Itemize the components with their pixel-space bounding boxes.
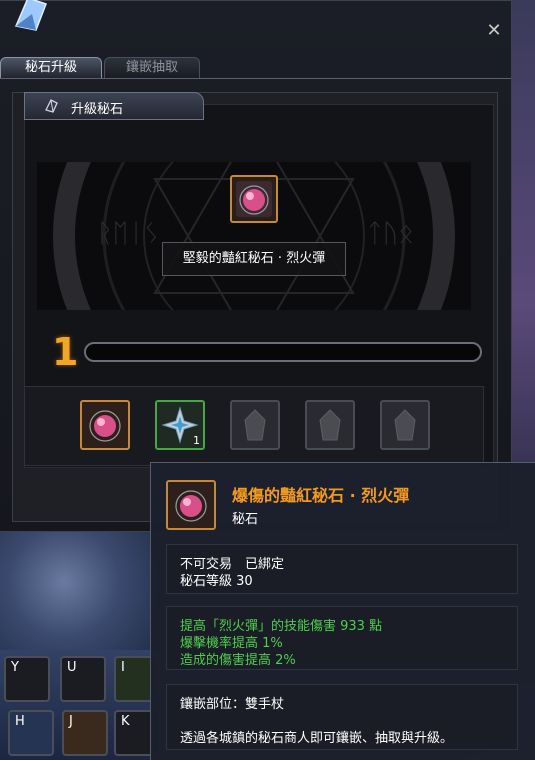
tooltip-socket-part: 鑲嵌部位：雙手杖 bbox=[180, 697, 285, 712]
red-gem-icon bbox=[89, 410, 121, 442]
material-slot-4[interactable] bbox=[305, 400, 355, 450]
tooltip-effect: 造成的傷害提高 2% bbox=[180, 653, 296, 668]
hotkey-slot-h[interactable]: H bbox=[8, 710, 54, 756]
section-title: 升級秘石 bbox=[71, 102, 124, 117]
background-scenery-bottom bbox=[0, 530, 160, 660]
tab-gem-upgrade[interactable]: 秘石升級 bbox=[0, 57, 102, 79]
hotkey-slot-j[interactable]: J bbox=[62, 710, 108, 756]
material-slot-2[interactable]: 1 bbox=[155, 400, 205, 450]
tooltip-title: 爆傷的豔紅秘石 · 烈火彈 bbox=[232, 486, 410, 505]
red-gem-icon bbox=[175, 490, 207, 522]
empty-slot-icon bbox=[244, 409, 266, 441]
tab-socket-extract[interactable]: 鑲嵌抽取 bbox=[104, 57, 200, 79]
tooltip-note: 透過各城鎮的秘石商人即可鑲嵌、抽取與升級。 bbox=[180, 731, 454, 746]
red-gem-icon bbox=[236, 181, 272, 217]
svg-text:ᛏᚢᛟ: ᛏᚢᛟ bbox=[367, 219, 414, 249]
hotkey-label: I bbox=[121, 660, 125, 675]
material-slot-3[interactable] bbox=[230, 400, 280, 450]
crystal-logo-icon bbox=[14, 0, 47, 31]
empty-slot-icon bbox=[394, 409, 416, 441]
hotkey-label: J bbox=[69, 714, 73, 729]
hotkey-label: K bbox=[121, 714, 130, 729]
target-gem-slot[interactable] bbox=[230, 175, 278, 223]
hotkey-label: H bbox=[15, 714, 25, 729]
close-button[interactable]: ✕ bbox=[484, 21, 504, 41]
tooltip-gem-level: 秘石等級 30 bbox=[180, 574, 253, 589]
slot-count: 1 bbox=[193, 434, 200, 447]
hotkey-slot-u[interactable]: U bbox=[60, 656, 106, 702]
svg-text:ᚱᛖᛁᛊ: ᚱᛖᛁᛊ bbox=[97, 219, 159, 249]
target-gem-name: 堅毅的豔紅秘石 · 烈火彈 bbox=[162, 242, 346, 276]
tab-divider bbox=[0, 78, 511, 79]
upgrade-level: 1 bbox=[52, 330, 79, 374]
hotkey-label: U bbox=[67, 660, 77, 675]
tooltip-gem-slot bbox=[166, 480, 216, 530]
section-header: 升級秘石 bbox=[24, 92, 204, 120]
gem-outline-icon bbox=[45, 99, 58, 113]
material-slot-5[interactable] bbox=[380, 400, 430, 450]
hotkey-label: Y bbox=[11, 660, 19, 675]
empty-slot-icon bbox=[319, 409, 341, 441]
upgrade-progress-bar bbox=[84, 342, 482, 362]
material-slot-1[interactable] bbox=[80, 400, 130, 450]
hotkey-slot-y[interactable]: Y bbox=[4, 656, 50, 702]
tooltip-subtitle: 秘石 bbox=[232, 512, 259, 527]
